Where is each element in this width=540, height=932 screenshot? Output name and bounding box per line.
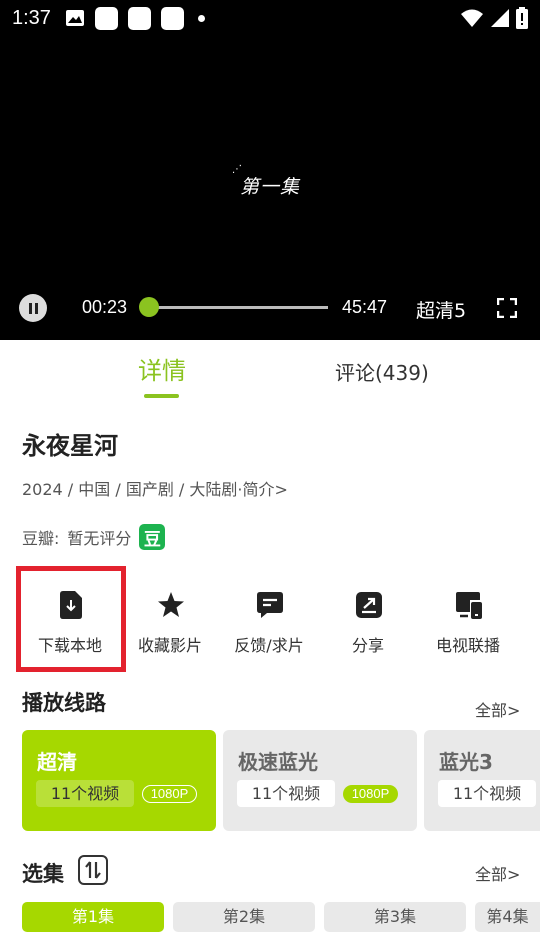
system-icons xyxy=(460,7,528,29)
sort-order-button[interactable] xyxy=(78,855,108,885)
route-card[interactable]: 超清 11个视频 1080P xyxy=(22,730,216,831)
video-episode-title: 第一集 xyxy=(240,176,301,198)
episode-button[interactable]: 第2集 xyxy=(173,902,315,932)
feedback-button[interactable]: 反馈/求片 xyxy=(219,566,319,672)
wifi-icon xyxy=(461,9,483,27)
video-player[interactable]: ⋰ 第一集 00:23 45:47 超清5 xyxy=(0,36,540,340)
image-icon xyxy=(65,10,84,26)
signal-icon xyxy=(491,9,509,27)
active-tab-indicator xyxy=(144,394,179,398)
douban-label: 豆瓣: xyxy=(22,529,60,548)
route-count: 11个视频 xyxy=(36,780,134,807)
tv-cast-button[interactable]: 电视联播 xyxy=(418,566,518,672)
tab-comments[interactable]: 评论(439) xyxy=(335,357,429,386)
episode-button[interactable]: 第1集 xyxy=(22,902,164,932)
pause-icon xyxy=(28,302,32,314)
episodes-all-link[interactable]: 全部> xyxy=(475,861,520,885)
app-notification-icon xyxy=(127,6,151,30)
show-meta-link[interactable]: 2024 / 中国 / 国产剧 / 大陆剧·简介> xyxy=(22,476,288,500)
feedback-label: 反馈/求片 xyxy=(234,636,304,655)
progress-bar[interactable] xyxy=(148,306,328,309)
episode-button[interactable]: 第3集 xyxy=(324,902,466,932)
share-button[interactable]: 分享 xyxy=(318,566,418,672)
tab-details[interactable]: 详情 xyxy=(138,351,186,386)
episodes-title: 选集 xyxy=(22,862,64,886)
more-notifications-dot-icon xyxy=(197,14,205,22)
feedback-icon xyxy=(257,592,283,618)
routes-title: 播放线路 xyxy=(22,691,106,715)
notification-icons xyxy=(65,6,205,30)
douban-icon: 豆 xyxy=(139,524,166,550)
detail-tabs: 详情 评论(439) xyxy=(0,340,540,400)
total-time: 45:47 xyxy=(342,297,388,317)
player-controls: 00:23 45:47 超清5 xyxy=(0,290,540,326)
tv-cast-icon xyxy=(456,592,482,619)
route-badge: 1080P xyxy=(142,785,197,803)
pause-button[interactable] xyxy=(19,294,47,322)
route-name: 超清 xyxy=(37,750,77,774)
route-count: 11个视频 xyxy=(438,780,536,807)
route-name: 蓝光3 xyxy=(439,750,493,774)
douban-rating: 豆瓣: 暂无评分 豆 xyxy=(22,524,166,550)
douban-value: 暂无评分 xyxy=(67,529,132,548)
favorite-label: 收藏影片 xyxy=(137,636,202,655)
share-icon xyxy=(356,592,382,618)
status-bar: 1:37 xyxy=(0,0,540,36)
favorite-button[interactable]: 收藏影片 xyxy=(120,566,220,672)
route-count: 11个视频 xyxy=(237,780,335,807)
fullscreen-icon[interactable] xyxy=(497,298,517,318)
download-highlight-box xyxy=(16,566,126,672)
route-card[interactable]: 极速蓝光 11个视频 1080P xyxy=(223,730,417,831)
current-time: 00:23 xyxy=(82,297,128,317)
route-card[interactable]: 蓝光3 11个视频 xyxy=(424,730,540,831)
show-title: 永夜星河 xyxy=(22,432,118,460)
star-icon xyxy=(158,592,184,617)
action-bar: 下载本地 收藏影片 反馈/求片 分享 电视联播 xyxy=(0,566,540,672)
app-notification-icon xyxy=(94,6,118,30)
routes-all-link[interactable]: 全部> xyxy=(475,697,520,721)
pause-icon-bar xyxy=(34,302,38,314)
app-notification-icon xyxy=(160,6,184,30)
episode-button[interactable]: 第4集 xyxy=(475,902,540,932)
tv-cast-label: 电视联播 xyxy=(435,636,500,655)
route-badge: 1080P xyxy=(343,785,398,803)
route-name: 极速蓝光 xyxy=(238,750,318,774)
quality-selector[interactable]: 超清5 xyxy=(416,296,466,323)
sort-icon xyxy=(85,861,101,879)
progress-handle[interactable] xyxy=(139,297,160,317)
share-label: 分享 xyxy=(351,636,384,655)
status-time: 1:37 xyxy=(12,6,51,29)
battery-icon xyxy=(516,7,528,29)
